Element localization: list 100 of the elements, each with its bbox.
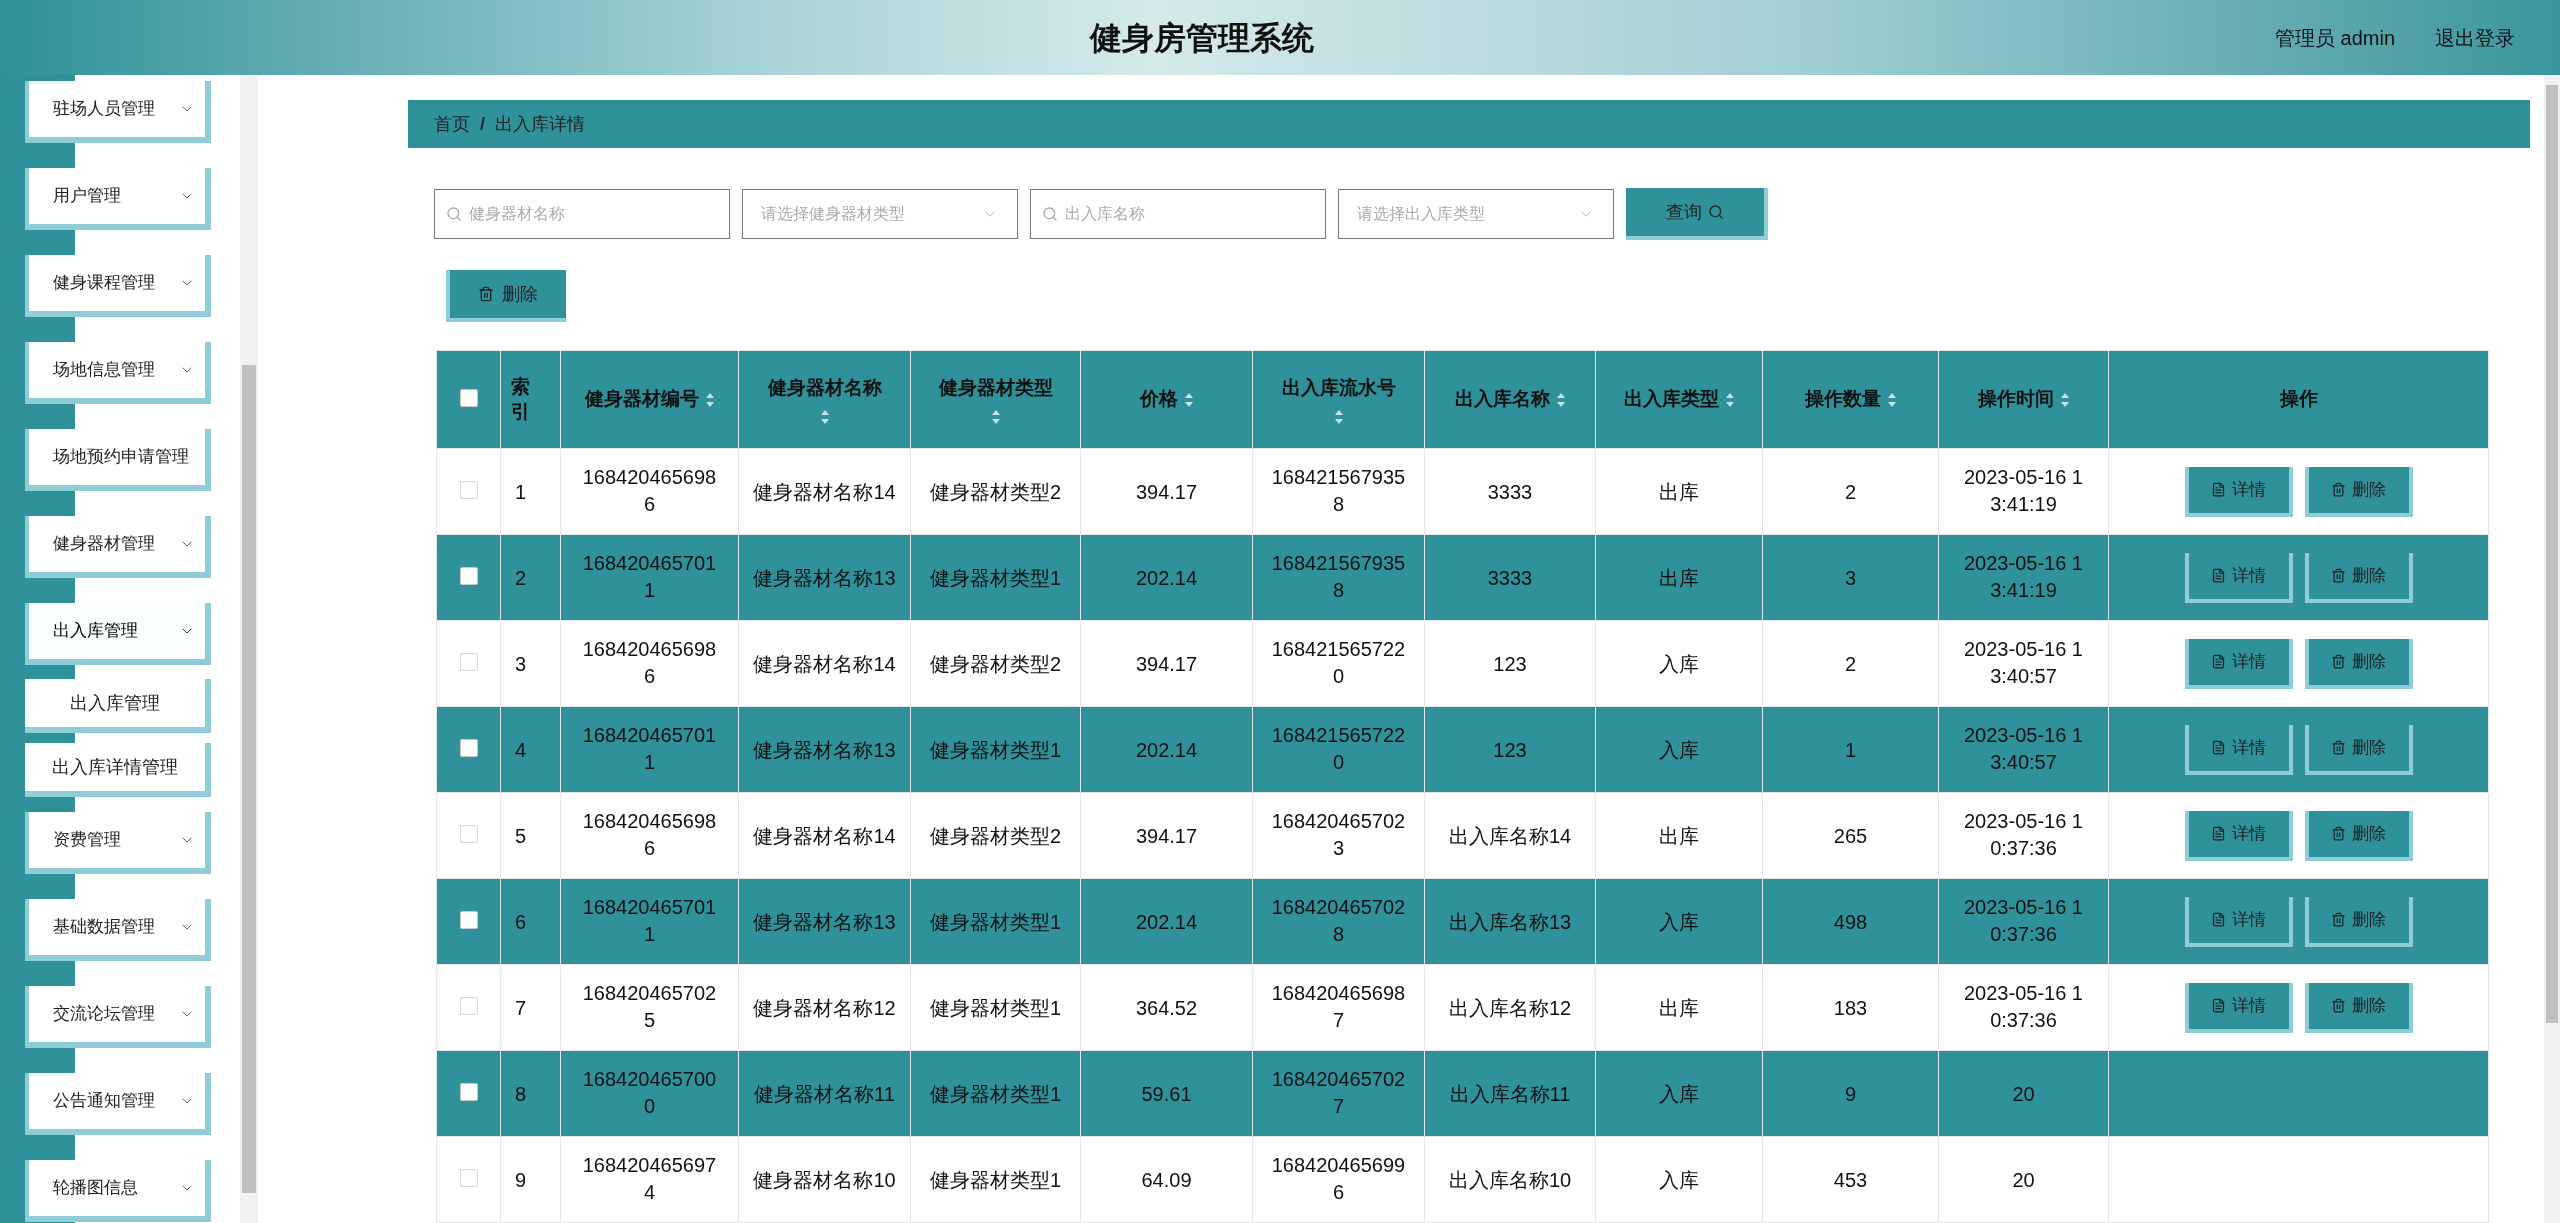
row-checkbox[interactable] [459,566,478,585]
document-icon [2211,740,2226,755]
table-cell-text: 健身器材名称14 [753,651,896,677]
table-cell-text: 394.17 [1135,479,1198,505]
sidebar-item[interactable]: 健身器材管理 [25,516,211,578]
row-checkbox[interactable] [459,910,478,929]
table-cell-text: 入库 [1659,1081,1699,1107]
table-cell-text: 1684204656986 [581,637,718,689]
sort-icon[interactable] [1555,391,1566,408]
row-checkbox[interactable] [459,1082,478,1101]
sort-icon[interactable] [819,408,830,425]
search-button[interactable]: 查询 [1626,188,1768,240]
sidebar-item[interactable]: 公告通知管理 [25,1073,211,1135]
page-scrollbar[interactable] [2544,75,2560,1223]
sort-icon[interactable] [990,408,1001,425]
sidebar-item[interactable]: 用户管理 [25,168,211,230]
column-header[interactable]: 出入库类型 [1623,385,1719,414]
trash-icon [2331,740,2346,755]
table-cell-text: 1684215679358 [1270,465,1407,517]
sidebar-item[interactable]: 健身课程管理 [25,255,211,317]
table-row[interactable]: 8 1684204657000 健身器材名称11 健身器材类型1 59.61 1684204657027 出入库名称11 入库 9 20 [436,1050,2489,1137]
details-button[interactable]: 详情 [2184,552,2293,603]
sidebar-item[interactable]: 基础数据管理 [25,899,211,961]
details-button[interactable]: 详情 [2184,466,2293,517]
delete-button[interactable]: 删除 [2304,982,2413,1033]
column-header[interactable]: 操作 [2279,385,2318,414]
delete-button[interactable]: 删除 [2304,810,2413,861]
table-row[interactable]: 4 1684204657011 健身器材名称13 健身器材类型1 202.14 1684215657220 123 入库 1 2023-05-16 13:40:57 详情 删除 [436,706,2489,793]
sort-icon[interactable] [1183,391,1194,408]
sidebar-item[interactable]: 交流论坛管理 [25,986,211,1048]
sidebar-item[interactable]: 驻场人员管理 [25,81,211,143]
table-row[interactable]: 7 1684204657025 健身器材名称12 健身器材类型1 364.52 1684204656987 出入库名称12 出库 183 2023-05-16 10:37:36 详情 删除 [436,964,2489,1051]
row-checkbox[interactable] [459,480,478,499]
breadcrumb-link[interactable]: 首页 [434,110,470,138]
column-header[interactable]: 健身器材编号 [584,385,699,414]
submenu-item[interactable]: 出入库详情管理 [25,743,211,797]
table-cell-text: 1684215657220 [1270,637,1407,689]
delete-button[interactable]: 删除 [2304,552,2413,603]
row-checkbox[interactable] [459,996,478,1015]
table-cell-text: 1684204657023 [1270,809,1407,861]
delete-button[interactable]: 删除 [2304,466,2413,517]
column-header[interactable]: 出入库流水号 [1281,374,1396,403]
column-header[interactable]: 索引 [509,374,531,425]
delete-button[interactable]: 删除 [446,270,566,322]
logout-link[interactable]: 退出登录 [2435,22,2515,53]
sidebar-scrollbar[interactable] [240,75,258,1223]
table-cell-text: 健身器材名称13 [753,909,896,935]
table-row[interactable]: 1 1684204656986 健身器材名称14 健身器材类型2 394.17 1684215679358 3333 出库 2 2023-05-16 13:41:19 详情 删除 [436,448,2489,535]
table-row[interactable]: 9 1684204656974 健身器材名称10 健身器材类型1 64.09 1684204656996 出入库名称10 入库 453 20 [436,1136,2489,1223]
table-cell-text: 1684204657025 [581,981,718,1033]
row-checkbox[interactable] [459,824,478,843]
sidebar-item[interactable]: 出入库管理 [25,603,211,665]
sidebar-item[interactable]: 场地信息管理 [25,342,211,404]
table-cell-text: 6 [515,909,527,935]
sort-icon[interactable] [704,391,715,408]
table-row[interactable]: 6 1684204657011 健身器材名称13 健身器材类型1 202.14 1684204657028 出入库名称13 入库 498 2023-05-16 10:37:36 详情 删除 [436,878,2489,965]
details-button[interactable]: 详情 [2184,724,2293,775]
delete-button[interactable]: 删除 [2304,638,2413,689]
table-cell-text: 8 [515,1081,527,1107]
column-header[interactable]: 操作数量 [1804,385,1881,414]
table-cell-text: 1684204657027 [1270,1067,1407,1119]
table-cell-text: 健身器材类型1 [929,737,1062,763]
table-cell-text: 453 [1833,1167,1868,1193]
search-field[interactable]: 健身器材名称 [434,189,730,239]
search-field[interactable]: 出入库名称 [1030,189,1326,239]
sidebar-item[interactable]: 场地预约申请管理 [25,429,211,491]
details-button[interactable]: 详情 [2184,896,2293,947]
table-cell-text: 出入库名称12 [1448,995,1572,1021]
sort-icon[interactable] [2059,391,2070,408]
delete-button[interactable]: 删除 [2304,896,2413,947]
column-header[interactable]: 出入库名称 [1454,385,1550,414]
table-cell-text: 2023-05-16 13:40:57 [1963,723,2084,775]
column-header[interactable]: 健身器材类型 [938,374,1053,403]
sort-icon[interactable] [1724,391,1735,408]
table-cell-text: 健身器材名称14 [753,479,896,505]
row-checkbox[interactable] [459,652,478,671]
sort-icon[interactable] [1333,408,1344,425]
sidebar-item[interactable]: 轮播图信息 [25,1160,211,1222]
row-checkbox[interactable] [459,1168,478,1187]
sort-icon[interactable] [1886,391,1897,408]
app-title: 健身房管理系统 [1090,18,1314,58]
table-cell-text: 1684215657220 [1270,723,1407,775]
details-button[interactable]: 详情 [2184,810,2293,861]
column-header[interactable]: 健身器材名称 [767,374,882,403]
submenu-item[interactable]: 出入库管理 [25,679,211,733]
row-checkbox[interactable] [459,738,478,757]
table-cell-text: 健身器材名称13 [753,565,896,591]
table-row[interactable]: 5 1684204656986 健身器材名称14 健身器材类型2 394.17 1684204657023 出入库名称14 出库 265 2023-05-16 10:37:36 详情 删除 [436,792,2489,879]
table-row[interactable]: 3 1684204656986 健身器材名称14 健身器材类型2 394.17 1684215657220 123 入库 2 2023-05-16 13:40:57 详情 删除 [436,620,2489,707]
delete-button[interactable]: 删除 [2304,724,2413,775]
details-button[interactable]: 详情 [2184,638,2293,689]
trash-icon [2331,826,2346,841]
details-button[interactable]: 详情 [2184,982,2293,1033]
breadcrumb-separator: / [480,112,485,136]
sidebar-item[interactable]: 资费管理 [25,812,211,874]
column-header[interactable]: 价格 [1139,385,1178,414]
select-all-checkbox[interactable] [459,388,478,407]
table-row[interactable]: 2 1684204657011 健身器材名称13 健身器材类型1 202.14 1684215679358 3333 出库 3 2023-05-16 13:41:19 详情 删除 [436,534,2489,621]
column-header[interactable]: 操作时间 [1977,385,2054,414]
search-icon [446,206,462,222]
